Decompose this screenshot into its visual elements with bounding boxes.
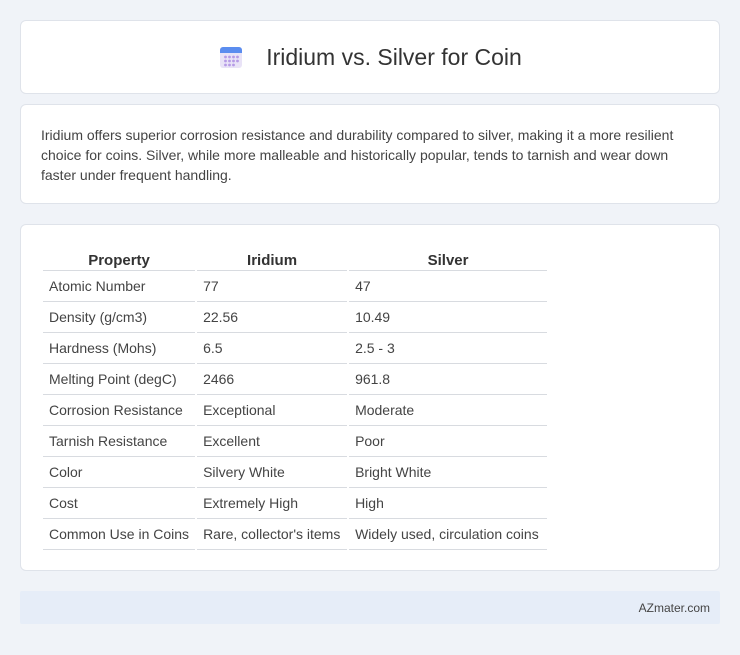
table-cell: Exceptional [197,395,348,426]
table-cell: Hardness (Mohs) [43,333,196,364]
table-cell: Tarnish Resistance [43,426,196,457]
table-row: Hardness (Mohs) 6.5 2.5 - 3 [43,333,548,364]
table-header-row: Property Iridium Silver [43,245,548,271]
table-cell: Rare, collector's items [197,519,348,550]
footer-brand[interactable]: AZmater.com [639,601,710,615]
table-cell: Melting Point (degC) [43,364,196,395]
table-cell: Excellent [197,426,348,457]
intro-card: Iridium offers superior corrosion resist… [20,104,720,204]
column-header-property: Property [43,245,196,271]
comparison-table: Property Iridium Silver Atomic Number 77… [41,245,549,550]
title-card: Iridium vs. Silver for Coin [20,20,720,94]
table-cell: Common Use in Coins [43,519,196,550]
page-title: Iridium vs. Silver for Coin [266,43,522,70]
table-cell: 47 [349,271,548,302]
table-row: Tarnish Resistance Excellent Poor [43,426,548,457]
table-cell: 77 [197,271,348,302]
table-cell: 6.5 [197,333,348,364]
table-cell: Extremely High [197,488,348,519]
column-header-silver: Silver [349,245,548,271]
table-cell: 22.56 [197,302,348,333]
table-cell: 961.8 [349,364,548,395]
table-row: Cost Extremely High High [43,488,548,519]
table-cell: 2466 [197,364,348,395]
column-header-iridium: Iridium [197,245,348,271]
table-cell: Silvery White [197,457,348,488]
table-cell: Density (g/cm3) [43,302,196,333]
table-cell: Corrosion Resistance [43,395,196,426]
table-row: Melting Point (degC) 2466 961.8 [43,364,548,395]
title-wrap: Iridium vs. Silver for Coin [218,44,522,71]
table-row: Corrosion Resistance Exceptional Moderat… [43,395,548,426]
intro-paragraph: Iridium offers superior corrosion resist… [41,127,674,183]
table-cell: Poor [349,426,548,457]
table-cell: Atomic Number [43,271,196,302]
table-card: Property Iridium Silver Atomic Number 77… [20,224,720,571]
table-cell: High [349,488,548,519]
table-row: Density (g/cm3) 22.56 10.49 [43,302,548,333]
table-cell: 10.49 [349,302,548,333]
table-cell: Moderate [349,395,548,426]
calendar-icon [220,47,243,68]
table-cell: Widely used, circulation coins [349,519,548,550]
table-cell: Bright White [349,457,548,488]
table-cell: 2.5 - 3 [349,333,548,364]
table-row: Color Silvery White Bright White [43,457,548,488]
footer: AZmater.com [20,591,720,624]
table-row: Common Use in Coins Rare, collector's it… [43,519,548,550]
table-row: Atomic Number 77 47 [43,271,548,302]
table-cell: Color [43,457,196,488]
table-cell: Cost [43,488,196,519]
